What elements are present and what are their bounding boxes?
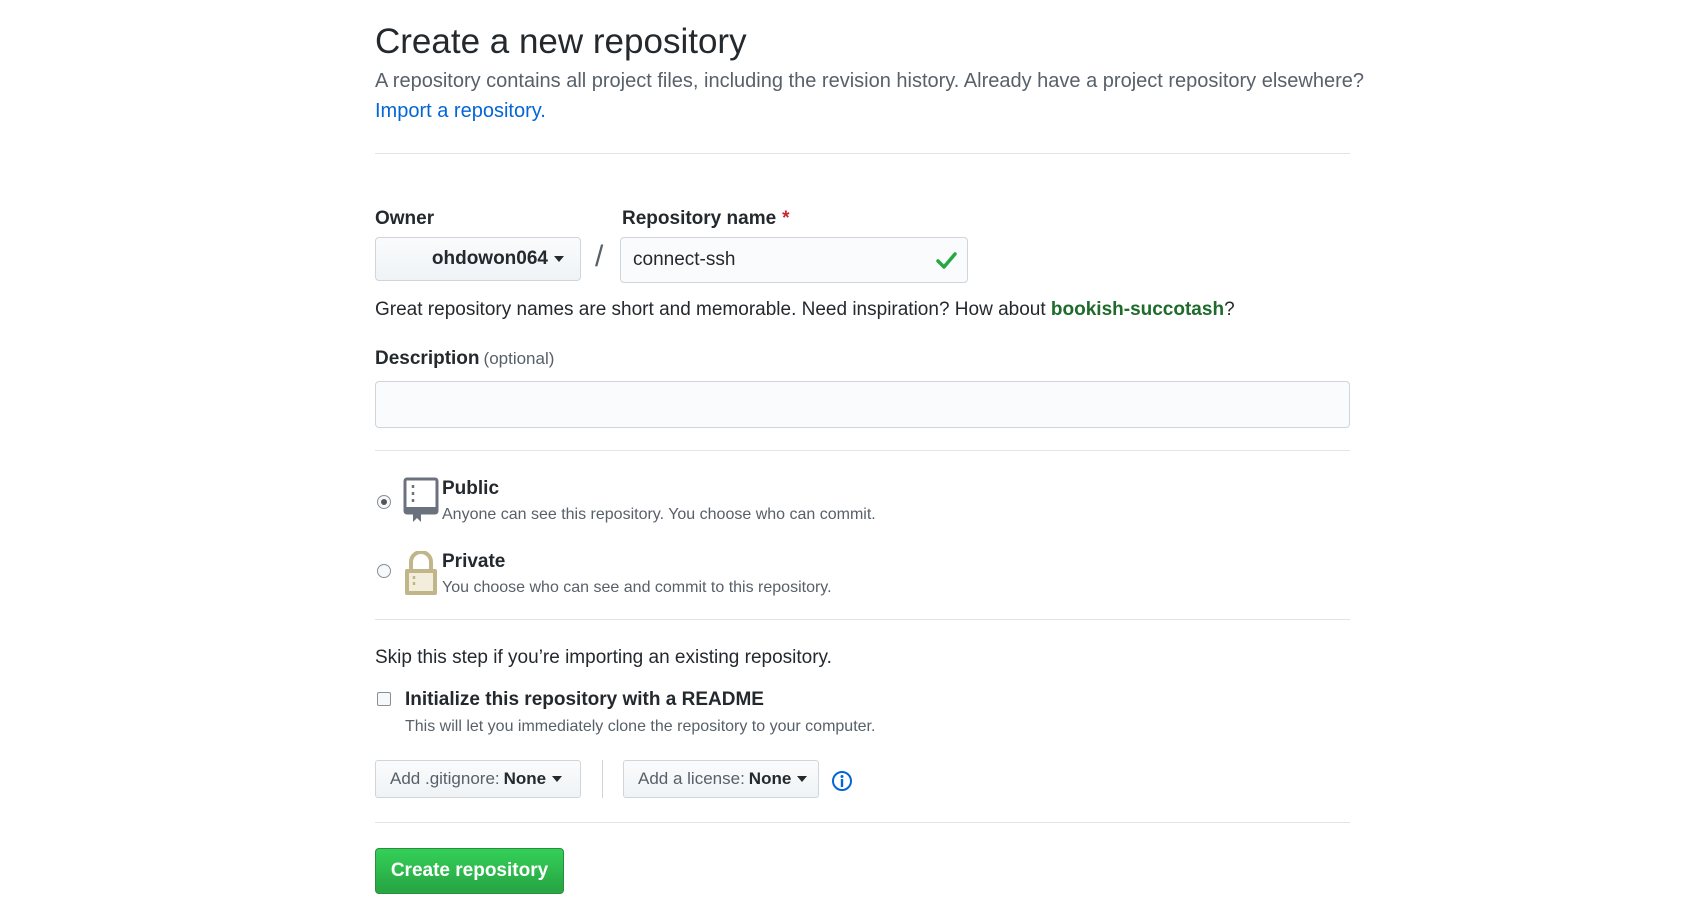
chevron-down-icon	[797, 776, 808, 782]
page-title: Create a new repository	[375, 22, 747, 61]
readme-label[interactable]: Initialize this repository with a README	[405, 689, 764, 711]
gitignore-label: Add .gitignore:	[390, 769, 500, 788]
description-input[interactable]	[375, 381, 1350, 428]
readme-checkbox[interactable]	[377, 692, 391, 706]
slash-separator: /	[595, 240, 604, 273]
repo-name-label: Repository name *	[622, 208, 790, 230]
repo-icon	[403, 477, 439, 522]
select-separator	[602, 760, 603, 798]
optional-note: (optional)	[483, 349, 555, 368]
public-desc: Anyone can see this repository. You choo…	[442, 506, 876, 523]
divider	[375, 822, 1350, 823]
owner-value: ohdowon064	[431, 248, 548, 269]
license-label: Add a license:	[638, 769, 745, 788]
description-label: Description (optional)	[375, 348, 554, 370]
repo-name-input[interactable]: connect-ssh	[620, 237, 968, 283]
readme-desc: This will let you immediately clone the …	[405, 718, 876, 735]
skip-step-text: Skip this step if you’re importing an ex…	[375, 647, 832, 668]
info-icon[interactable]	[831, 770, 853, 792]
public-radio[interactable]	[377, 495, 391, 509]
license-value: None	[748, 769, 792, 788]
owner-select[interactable]: ohdowon064	[375, 237, 581, 281]
private-desc: You choose who can see and commit to thi…	[442, 579, 832, 596]
public-title: Public	[442, 478, 500, 499]
name-hint: Great repository names are short and mem…	[375, 299, 1235, 321]
chevron-down-icon	[554, 256, 564, 262]
owner-label: Owner	[375, 208, 435, 229]
gitignore-select[interactable]: Add .gitignore: None	[375, 760, 581, 798]
repo-name-label-text: Repository name	[622, 208, 777, 229]
lock-icon	[405, 551, 437, 595]
license-select[interactable]: Add a license: None	[623, 760, 819, 798]
name-hint-suffix: ?	[1224, 299, 1235, 320]
divider	[375, 153, 1350, 154]
repo-name-value: connect-ssh	[633, 249, 736, 270]
private-title: Private	[442, 551, 506, 572]
check-icon	[936, 252, 957, 269]
name-suggestion[interactable]: bookish-succotash	[1051, 299, 1224, 320]
divider	[375, 450, 1350, 451]
name-hint-text: Great repository names are short and mem…	[375, 299, 1051, 320]
description-label-text: Description	[375, 348, 480, 369]
divider	[375, 619, 1350, 620]
import-repository-link[interactable]: Import a repository.	[375, 100, 546, 123]
page-description: A repository contains all project files,…	[375, 70, 1365, 92]
private-radio[interactable]	[377, 564, 391, 578]
required-marker: *	[782, 208, 790, 229]
create-repository-button[interactable]: Create repository	[375, 848, 564, 894]
gitignore-value: None	[503, 769, 547, 788]
chevron-down-icon	[552, 776, 563, 782]
